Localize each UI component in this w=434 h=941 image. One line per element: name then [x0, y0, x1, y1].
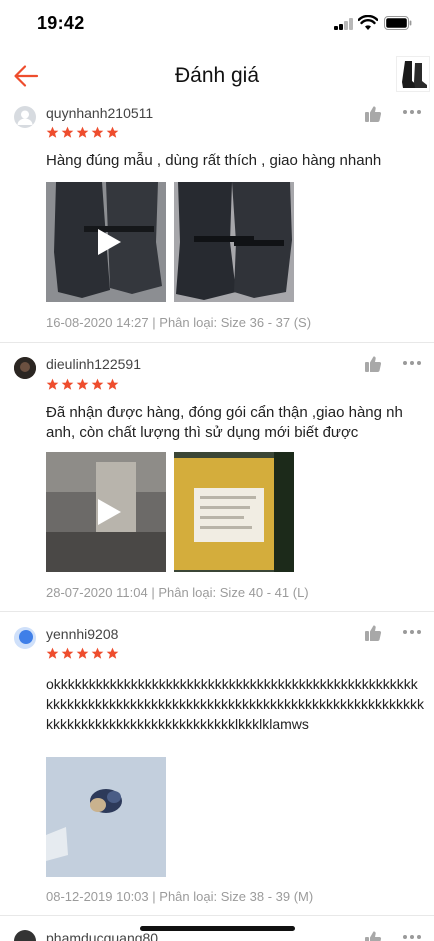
star-icon [76, 126, 89, 138]
divider [0, 342, 434, 343]
review-meta: 08-12-2019 10:03 | Phân loại: Size 38 - … [46, 889, 313, 904]
variation-value: Size 38 - 39 (M) [220, 889, 314, 904]
review-meta: 28-07-2020 11:04 | Phân loại: Size 40 - … [46, 585, 309, 600]
star-icon [61, 378, 74, 390]
avatar[interactable] [14, 357, 36, 379]
review-item: dieulinh122591 Đã nhận được hàng, đóng g… [0, 354, 434, 610]
variation-label: Phân loại: [158, 585, 217, 600]
review-date: 08-12-2019 10:03 [46, 889, 149, 904]
more-dots-icon[interactable] [403, 630, 423, 636]
avatar[interactable] [14, 106, 36, 128]
status-bar: 19:42 [0, 0, 434, 48]
wifi-icon [358, 15, 378, 30]
review-date: 28-07-2020 11:04 [46, 585, 148, 600]
default-user-icon [17, 110, 33, 125]
star-icon [61, 647, 74, 659]
review-text: Đã nhận được hàng, đóng gói cẩn thận ,gi… [46, 404, 403, 441]
review-photo[interactable] [46, 757, 166, 877]
star-icon [61, 126, 74, 138]
variation-label: Phân loại: [159, 315, 218, 330]
review-username: dieulinh122591 [46, 356, 141, 372]
more-dots-icon[interactable] [403, 110, 423, 116]
more-dots-icon[interactable] [403, 935, 423, 941]
review-text: Hàng đúng mẫu , dùng rất thích , giao hà… [46, 152, 382, 169]
review-photo[interactable] [174, 452, 294, 572]
more-dots-icon[interactable] [403, 361, 423, 367]
review-username: quynhanh210511 [46, 105, 154, 121]
review-username: yennhi9208 [46, 626, 119, 642]
header: Đánh giá [0, 48, 434, 102]
boot-image-icon [402, 61, 427, 88]
rating-stars [46, 378, 119, 392]
star-icon [91, 378, 104, 390]
thumbs-up-icon[interactable] [364, 624, 382, 642]
divider [0, 611, 434, 612]
star-icon [106, 647, 119, 659]
avatar[interactable] [14, 930, 36, 941]
play-icon[interactable] [96, 228, 122, 256]
review-text: okkkkkkkkkkkkkkkkkkkkkkkkkkkkkkkkkkkkkkk… [46, 676, 424, 732]
star-icon [91, 126, 104, 138]
status-time: 19:42 [37, 13, 85, 33]
user-photo-icon [14, 627, 36, 649]
star-icon [91, 647, 104, 659]
variation-value: Size 40 - 41 (L) [219, 585, 309, 600]
rating-stars [46, 647, 119, 661]
star-icon [76, 647, 89, 659]
review-video[interactable] [46, 182, 166, 302]
star-icon [76, 378, 89, 390]
review-username: phamducquang80 [46, 930, 159, 941]
review-meta: 16-08-2020 14:27 | Phân loại: Size 36 - … [46, 315, 311, 330]
variation-label: Phân loại: [159, 889, 218, 904]
review-item: quynhanh210511 Hàng đúng mẫu , dùng rất … [0, 102, 434, 342]
rating-stars [46, 126, 119, 140]
user-photo-icon [14, 357, 36, 379]
review-item: yennhi9208 okkkkkkkkkkkkkkkkkkkkkkkkkkkk… [0, 623, 434, 913]
battery-icon [384, 16, 412, 30]
star-icon [106, 126, 119, 138]
avatar[interactable] [14, 627, 36, 649]
yellow-package-image [174, 452, 294, 572]
review-photo[interactable] [174, 182, 294, 302]
shoe-cover-image [174, 182, 294, 302]
review-date: 16-08-2020 14:27 [46, 315, 149, 330]
home-indicator[interactable] [140, 926, 295, 931]
variation-value: Size 36 - 37 (S) [220, 315, 312, 330]
star-icon [46, 126, 59, 138]
star-icon [46, 647, 59, 659]
product-thumbnail[interactable] [396, 56, 430, 92]
play-icon[interactable] [96, 498, 122, 526]
cellular-signal-icon [334, 18, 354, 30]
item-on-floor-image [46, 757, 166, 877]
thumbs-up-icon[interactable] [364, 105, 382, 123]
star-icon [46, 378, 59, 390]
thumbs-up-icon[interactable] [364, 355, 382, 373]
divider [0, 915, 434, 916]
page-title: Đánh giá [174, 64, 260, 87]
review-video[interactable] [46, 452, 166, 572]
star-icon [106, 378, 119, 390]
thumbs-up-icon[interactable] [364, 930, 382, 941]
